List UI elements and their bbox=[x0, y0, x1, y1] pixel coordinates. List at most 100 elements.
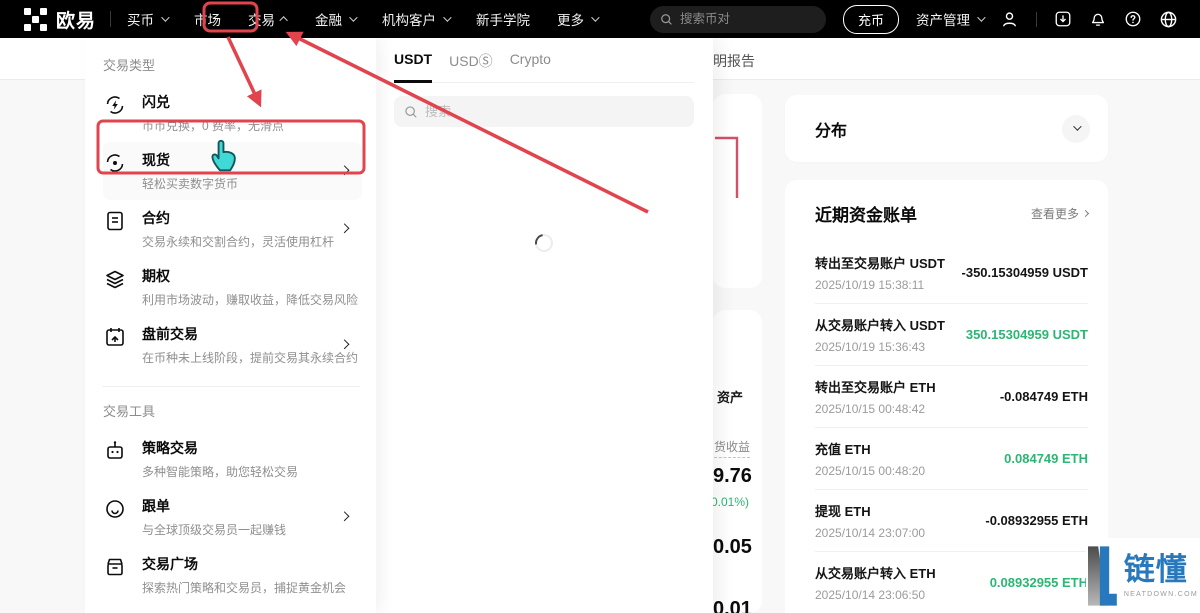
menu-item-desc: 轻松买卖数字货币 bbox=[142, 175, 238, 192]
bill-title: 转出至交易账户 ETH bbox=[815, 377, 936, 396]
menu-item-convert[interactable]: 闪兑 币币兑换，0 费率，无滑点 bbox=[103, 84, 362, 142]
view-more-link[interactable]: 查看更多 bbox=[1031, 205, 1088, 222]
assets-menu[interactable]: 资产管理 bbox=[916, 9, 983, 29]
bill-row[interactable]: 充值 ETH 2025/10/15 00:48:20 0.084749 ETH bbox=[815, 428, 1088, 490]
pnl-percent-fragment: 0.01%) bbox=[711, 495, 749, 509]
menu-item-strategy[interactable]: 策略交易 多种智能策略，助您轻松交易 bbox=[103, 430, 362, 488]
search-icon bbox=[404, 105, 418, 119]
menu-item-desc: 在币种未上线阶段，提前交易其永续合约 bbox=[142, 349, 358, 366]
help-button[interactable] bbox=[1124, 10, 1142, 28]
menu-item-marketplace[interactable]: 交易广场 探索热门策略和交易员，捕捉黄金机会 bbox=[103, 546, 362, 604]
nav-item-buy-crypto[interactable]: 买币 bbox=[127, 9, 167, 29]
asset-trend-chart-card bbox=[713, 94, 762, 288]
menu-item-title: 现货 bbox=[142, 150, 238, 170]
asset-value-fragment-2: 0.05 bbox=[713, 536, 752, 559]
chevron-down-icon bbox=[1073, 122, 1081, 130]
bill-time: 2025/10/14 23:07:00 bbox=[815, 526, 925, 540]
loading-spinner bbox=[531, 230, 556, 255]
distribution-card: 分布 bbox=[785, 95, 1108, 162]
okx-exchange-page: 明报告 资产 货收益 9.76 0.01%) 0.05 0.01 分布 bbox=[0, 0, 1200, 613]
nav-search-input[interactable] bbox=[680, 12, 810, 26]
okx-brand[interactable]: 欧易 bbox=[24, 6, 96, 33]
report-tab-fragment[interactable]: 明报告 bbox=[713, 51, 755, 71]
asset-trend-line-fragment bbox=[713, 94, 762, 288]
user-profile-button[interactable] bbox=[1000, 10, 1019, 29]
menu-item-spot[interactable]: 现货 轻松买卖数字货币 bbox=[103, 142, 362, 200]
menu-item-title: 闪兑 bbox=[142, 92, 284, 112]
nav-label: 更多 bbox=[557, 9, 584, 29]
premarket-calendar-icon bbox=[103, 325, 127, 349]
nav-item-more[interactable]: 更多 bbox=[557, 9, 597, 29]
bill-row[interactable]: 提现 ETH 2025/10/14 23:07:00 -0.08932955 E… bbox=[815, 490, 1088, 552]
brand-name: 欧易 bbox=[56, 6, 96, 33]
nav-item-academy[interactable]: 新手学院 bbox=[476, 9, 530, 29]
bills-list: 转出至交易账户 USDT 2025/10/19 15:38:11 -350.15… bbox=[815, 242, 1088, 613]
menu-item-nitro-spreads[interactable]: 价差速递 为合约价差提供深度流动性 bbox=[103, 604, 362, 613]
bill-row[interactable]: 从交易账户转入 USDT 2025/10/19 15:36:43 350.153… bbox=[815, 304, 1088, 366]
trade-dropdown-menu: 交易类型 闪兑 币币兑换，0 费率，无滑点 现货 轻松买卖数字货币 bbox=[85, 38, 376, 613]
download-app-button[interactable] bbox=[1054, 10, 1072, 28]
chevron-down-icon bbox=[349, 13, 357, 21]
menu-item-title: 跟单 bbox=[142, 496, 286, 516]
notifications-button[interactable] bbox=[1089, 10, 1107, 28]
chevron-down-icon bbox=[977, 13, 985, 21]
nav-item-institutions[interactable]: 机构客户 bbox=[382, 9, 449, 29]
spot-pnl-label-fragment: 货收益 bbox=[714, 438, 750, 458]
options-layers-icon bbox=[103, 267, 127, 291]
nav-item-trade[interactable]: 交易 bbox=[248, 9, 288, 29]
menu-item-premarket[interactable]: 盘前交易 在币种未上线阶段，提前交易其永续合约 bbox=[103, 316, 362, 374]
copy-trading-icon bbox=[103, 497, 127, 521]
menu-item-copy-trading[interactable]: 跟单 与全球顶级交易员一起赚钱 bbox=[103, 488, 362, 546]
tab-crypto[interactable]: Crypto bbox=[510, 51, 551, 82]
top-navbar: 欧易 买币 市场 交易 金融 机构客户 新手学院 更多 充币 资产管理 bbox=[0, 0, 1200, 38]
asset-value-fragment-1: 9.76 bbox=[713, 465, 752, 488]
menu-item-desc: 探索热门策略和交易员，捕捉黄金机会 bbox=[142, 579, 346, 596]
distribution-expand-button[interactable] bbox=[1062, 115, 1090, 143]
menu-item-desc: 利用市场波动，赚取收益，降低交易风险 bbox=[142, 291, 358, 308]
nav-divider bbox=[110, 11, 111, 27]
pair-tabs: USDT USDⓈ Crypto bbox=[394, 51, 694, 83]
bill-row[interactable]: 转出至交易账户 ETH 2025/10/15 00:48:42 -0.08474… bbox=[815, 366, 1088, 428]
bill-title: 从交易账户转入 ETH bbox=[815, 563, 936, 582]
watermark-name: 链懂 bbox=[1124, 554, 1198, 587]
bell-icon bbox=[1089, 10, 1107, 28]
distribution-title: 分布 bbox=[815, 117, 847, 141]
deposit-button[interactable]: 充币 bbox=[843, 5, 899, 34]
chevron-up-icon bbox=[279, 16, 287, 24]
language-button[interactable] bbox=[1159, 10, 1178, 29]
pair-search-input[interactable] bbox=[425, 104, 675, 119]
chevron-down-icon bbox=[591, 13, 599, 21]
menu-item-title: 合约 bbox=[142, 208, 334, 228]
nav-label: 新手学院 bbox=[476, 9, 530, 29]
chevron-right-icon bbox=[340, 511, 350, 521]
spot-pairs-panel: USDT USDⓈ Crypto bbox=[376, 38, 713, 613]
chevron-right-icon bbox=[1082, 210, 1089, 217]
menu-item-title: 交易广场 bbox=[142, 554, 346, 574]
help-icon bbox=[1124, 10, 1142, 28]
pair-search-box[interactable] bbox=[394, 96, 694, 127]
nav-label: 交易 bbox=[248, 9, 275, 29]
chevron-down-icon bbox=[161, 13, 169, 21]
menu-item-title: 盘前交易 bbox=[142, 324, 358, 344]
nav-label: 机构客户 bbox=[382, 9, 436, 29]
spot-icon bbox=[103, 151, 127, 175]
chevron-right-icon bbox=[340, 165, 350, 175]
bill-title: 提现 ETH bbox=[815, 501, 925, 520]
bill-row[interactable]: 从交易账户转入 ETH 2025/10/14 23:06:50 0.089329… bbox=[815, 552, 1088, 613]
menu-item-options[interactable]: 期权 利用市场波动，赚取收益，降低交易风险 bbox=[103, 258, 362, 316]
nav-item-markets[interactable]: 市场 bbox=[194, 9, 221, 29]
tab-usds[interactable]: USDⓈ bbox=[449, 51, 493, 82]
chevron-right-icon bbox=[340, 223, 350, 233]
nav-item-finance[interactable]: 金融 bbox=[315, 9, 355, 29]
asset-stats-card: 资产 货收益 9.76 0.01%) 0.05 0.01 bbox=[713, 310, 762, 613]
nav-label: 买币 bbox=[127, 9, 154, 29]
bill-amount: -0.08932955 ETH bbox=[985, 513, 1088, 528]
watermark-site: NEATDOWN.COM bbox=[1124, 591, 1198, 598]
nav-search-box[interactable] bbox=[650, 6, 826, 33]
bill-row[interactable]: 转出至交易账户 USDT 2025/10/19 15:38:11 -350.15… bbox=[815, 242, 1088, 304]
marketplace-icon bbox=[103, 555, 127, 579]
menu-item-futures[interactable]: 合约 交易永续和交割合约，灵活使用杠杆 bbox=[103, 200, 362, 258]
tab-usdt[interactable]: USDT bbox=[394, 51, 432, 82]
bill-time: 2025/10/15 00:48:42 bbox=[815, 402, 936, 416]
nav-label: 市场 bbox=[194, 9, 221, 29]
